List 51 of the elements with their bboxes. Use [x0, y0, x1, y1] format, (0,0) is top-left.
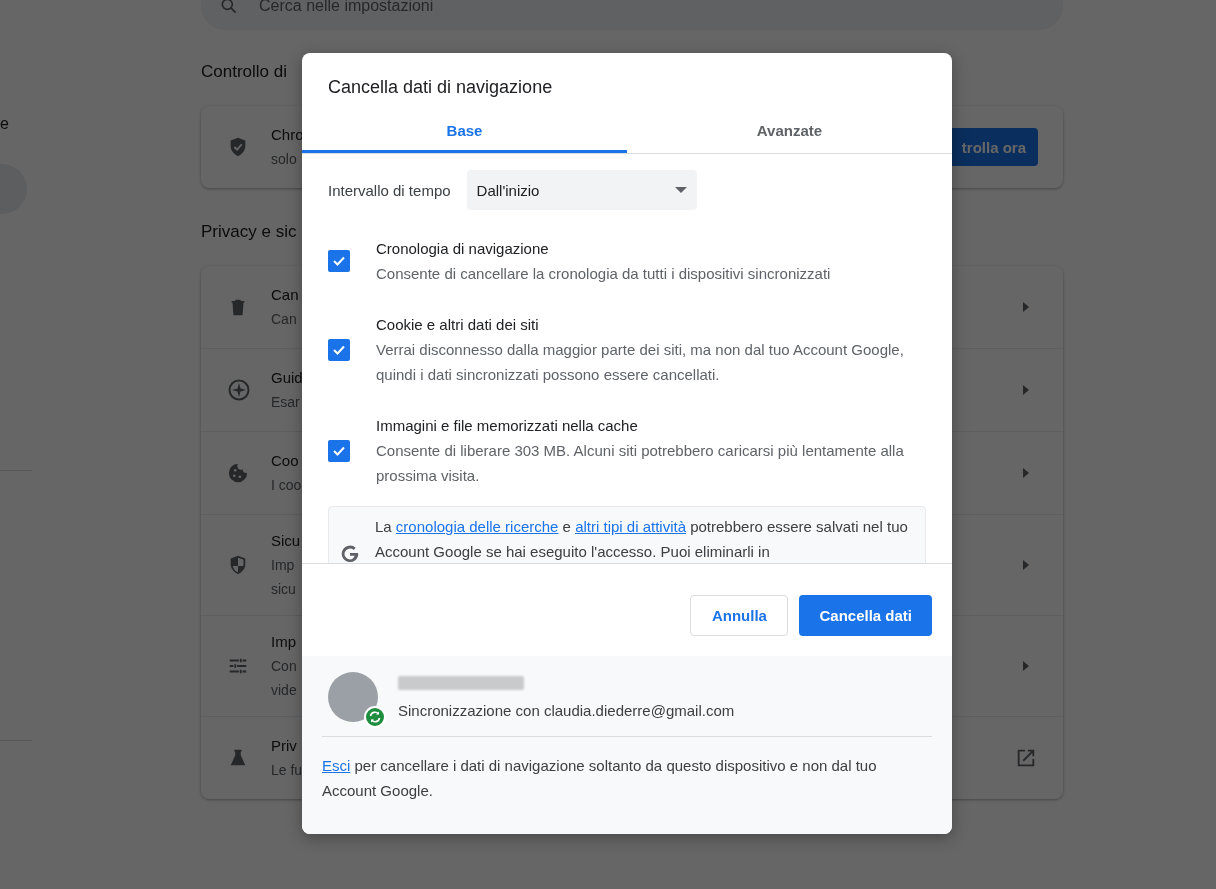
time-range-dropdown[interactable]: Dall'inizio — [466, 170, 697, 210]
sync-badge-icon — [364, 706, 386, 728]
time-range-label: Intervallo di tempo — [328, 181, 451, 199]
info-text: La cronologia delle ricerche e altri tipi di attività potrebbero essere salvati nel tuo Account Google se hai eseguito l'accesso. Puoi eliminarli in — [375, 517, 909, 562]
checkbox-label: Immagini e file memorizzati nella cache — [376, 416, 639, 436]
setting-description: Can — [271, 310, 298, 329]
checkbox-label: Cookie e altri dati dei siti — [376, 315, 540, 335]
compass-icon — [227, 378, 251, 402]
setting-title: Imp — [271, 632, 297, 652]
setting-title: Sicu — [271, 531, 301, 551]
setting-description: Esar — [271, 393, 301, 412]
sign-out-link[interactable]: Esci — [322, 757, 351, 774]
external-link-icon[interactable] — [1015, 747, 1037, 769]
section-title: Controllo di — [201, 62, 288, 82]
section-title: Privacy e sic — [201, 222, 298, 242]
setting-description: Le fu — [271, 761, 303, 780]
cookie-icon — [227, 462, 249, 484]
setting-title: Can — [271, 285, 299, 305]
setting-title: Priv — [271, 736, 298, 756]
setting-description: vide — [271, 681, 297, 700]
avatar — [328, 672, 378, 722]
setting-description: Con — [271, 657, 297, 676]
setting-description: Imp — [271, 556, 296, 575]
setting-description: solo — [271, 150, 298, 169]
checkbox-label: Cronologia di navigazione — [376, 239, 550, 259]
checkbox[interactable] — [328, 338, 350, 361]
checkbox-description: Verrai disconnesso dalla maggior parte dei siti, ma non dal tuo Account Google, quindi i dati sincronizzati possono essere cancellati. — [376, 340, 905, 385]
sign-out-text: Esci per cancellare i dati di navigazione soltanto da questo dispositivo e non dal tuo Account Google. — [322, 756, 878, 801]
link[interactable]: cronologia delle ricerche — [395, 518, 559, 535]
g-logo-icon — [339, 543, 361, 563]
checkbox[interactable] — [328, 250, 350, 272]
dialog-title: Cancella dati di navigazione — [327, 76, 554, 99]
sidebar-text: e — [0, 115, 9, 133]
arrow-right-icon[interactable] — [1023, 302, 1029, 312]
arrow-right-icon[interactable] — [1023, 560, 1029, 570]
checkbox-description: Consente di liberare 303 MB. Alcuni siti potrebbero caricarsi più lentamente alla prossima visita. — [376, 441, 905, 486]
setting-description: sicu — [271, 580, 297, 599]
checkbox[interactable] — [328, 439, 350, 462]
setting-title: Chro — [271, 125, 304, 145]
arrow-right-icon[interactable] — [1023, 385, 1029, 395]
setting-title: Guid — [271, 368, 303, 388]
link[interactable]: altri tipi di attività — [575, 518, 686, 535]
setting-title: Coo — [271, 451, 300, 471]
arrow-right-icon[interactable] — [1023, 661, 1029, 671]
tab[interactable]: Base — [302, 111, 627, 153]
search-field[interactable]: Cerca nelle impostazioni — [201, 0, 1063, 30]
checkbox-description: Consente di cancellare la cronologia da tutti i dispositivi sincronizzati — [376, 264, 832, 284]
arrow-right-icon[interactable] — [1023, 468, 1029, 478]
clear-data-button[interactable]: Cancella dati — [799, 595, 932, 636]
sync-status: Sincronizzazione con claudia.diederre@gmail.com — [398, 701, 735, 719]
cancel-button[interactable]: Annulla — [690, 595, 789, 636]
